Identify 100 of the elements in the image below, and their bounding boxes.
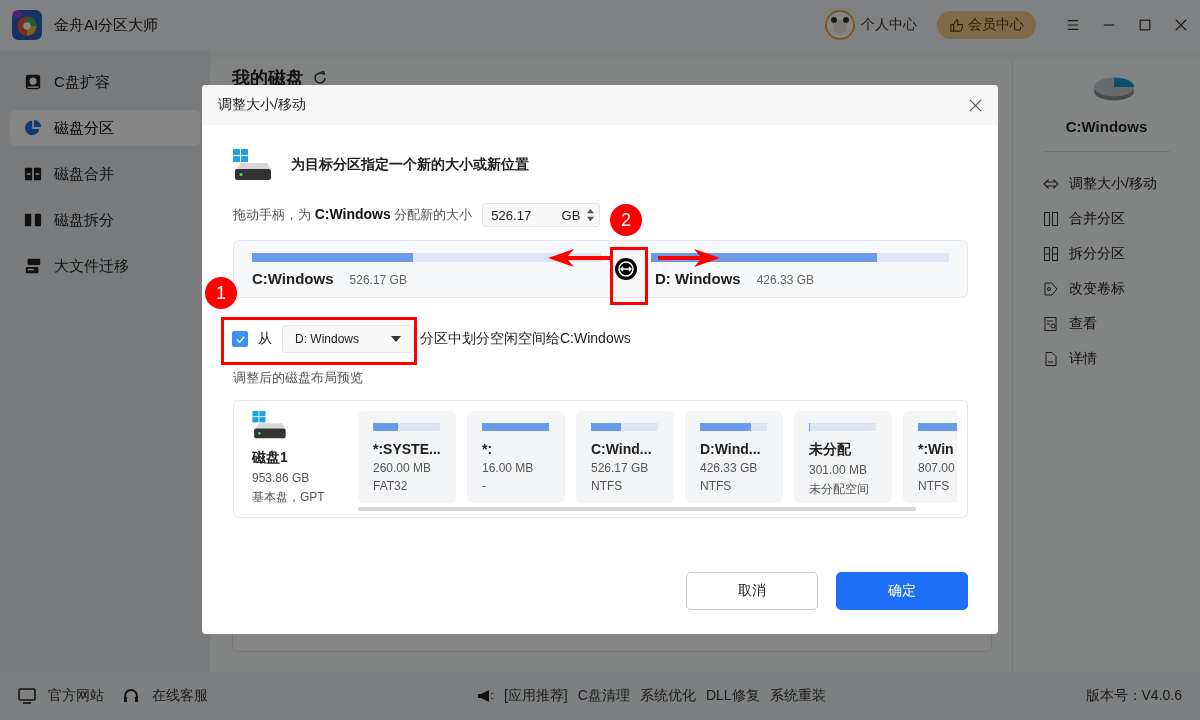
stepper-icon[interactable] <box>586 208 596 222</box>
drive-icon <box>252 411 286 439</box>
close-icon[interactable] <box>1174 18 1188 32</box>
partition-size: 807.00 <box>918 461 956 475</box>
split-icon <box>1043 245 1059 262</box>
confirm-button[interactable]: 确定 <box>836 572 968 610</box>
resize-handle[interactable] <box>615 258 637 280</box>
user-center-button[interactable]: 个人中心 <box>861 16 917 34</box>
disk-name: 磁盘1 <box>252 449 289 467</box>
drive-icon <box>233 149 271 181</box>
partition-card[interactable]: C:Wind... 526.17 GB NTFS <box>576 411 674 503</box>
partition-dropdown[interactable]: D: Windows <box>282 325 414 353</box>
partition-card[interactable]: D:Wind... 426.33 GB NTFS <box>685 411 783 503</box>
promo-label: [应用推荐] <box>503 687 568 705</box>
disk-type: 基本盘，GPT <box>252 489 326 506</box>
partition-card[interactable]: 未分配 301.00 MB 未分配空间 <box>794 411 892 503</box>
partition-name: C:Windows <box>252 270 334 287</box>
footer-link[interactable]: 在线客服 <box>122 687 208 705</box>
partition-size: 16.00 MB <box>482 461 535 475</box>
partition-card[interactable]: *: 16.00 MB - <box>467 411 565 503</box>
partition-usage-bar <box>700 423 767 431</box>
partition-size: 260.00 MB <box>373 461 433 475</box>
file-system: NTFS <box>700 479 733 493</box>
caret-icon <box>391 336 401 342</box>
headset-icon <box>122 687 140 705</box>
view-icon <box>1043 315 1059 332</box>
partition-name: *: <box>482 441 494 457</box>
tag-icon <box>1043 280 1059 297</box>
sidebar-item[interactable]: C盘扩容 <box>10 64 200 100</box>
maximize-icon[interactable] <box>1138 18 1152 32</box>
partition-size: 426.33 GB <box>756 273 815 287</box>
app-logo-icon <box>12 10 42 40</box>
step-marker: 1 <box>205 277 237 309</box>
size-input[interactable]: 526.17 GB <box>482 203 601 227</box>
scrollbar[interactable] <box>358 507 916 511</box>
dialog-heading: 为目标分区指定一个新的大小或新位置 <box>291 156 529 174</box>
disk-size: 953.86 GB <box>252 471 311 485</box>
refresh-icon[interactable] <box>312 70 328 86</box>
monitor-icon <box>18 687 36 705</box>
partition-usage-bar <box>809 423 876 431</box>
app-title: 金舟AI分区大师 <box>54 15 159 35</box>
menu-icon[interactable] <box>1066 18 1080 32</box>
file-system: NTFS <box>918 479 951 493</box>
partition-size: 301.00 MB <box>809 463 869 477</box>
preview-label: 调整后的磁盘布局预览 <box>233 369 364 387</box>
allocate-text: 分区中划分空闲空间给C:Windows <box>420 330 631 348</box>
sidebar-item[interactable]: 磁盘拆分 <box>10 202 200 238</box>
action-item[interactable]: 合并分区 <box>1043 201 1200 236</box>
thumbs-up-icon <box>949 17 964 33</box>
drive-icon <box>24 73 42 91</box>
sidebar-item[interactable]: 磁盘合并 <box>10 156 200 192</box>
file-system: NTFS <box>591 479 624 493</box>
partition-size: 526.17 GB <box>349 273 407 287</box>
partition-usage-bar <box>373 423 440 431</box>
pie-chart-icon <box>24 119 42 137</box>
partition-name: D: Windows <box>655 270 741 287</box>
checkbox-label: 从 <box>258 330 272 348</box>
merge-icon <box>24 165 42 183</box>
action-item[interactable]: 查看 <box>1043 306 1200 341</box>
file-system: 未分配空间 <box>809 481 870 498</box>
vip-center-button[interactable]: 会员中心 <box>937 11 1036 39</box>
promo-link[interactable]: 系统重装 <box>769 687 826 705</box>
file-system: - <box>482 479 487 493</box>
partition-size: 526.17 GB <box>591 461 650 475</box>
merge-icon <box>1043 210 1059 227</box>
sidebar-item[interactable]: 大文件迁移 <box>10 248 200 284</box>
checkbox[interactable] <box>232 331 248 347</box>
cancel-button[interactable]: 取消 <box>686 572 818 610</box>
partition-name: C:Windows <box>1064 118 1149 135</box>
sidebar-item[interactable]: 磁盘分区 <box>10 110 200 146</box>
action-item[interactable]: 详情 <box>1043 341 1200 376</box>
partition-card[interactable]: *:SYSTE... 260.00 MB FAT32 <box>358 411 456 503</box>
dialog-title: 调整大小/移动 <box>218 96 307 114</box>
size-prompt: 拖动手柄，为 C:Windows 分配新的大小 <box>233 206 473 224</box>
file-move-icon <box>24 257 42 275</box>
action-item[interactable]: 拆分分区 <box>1043 236 1200 271</box>
promo-link[interactable]: DLL修复 <box>705 687 760 705</box>
partition-usage-bar <box>591 423 658 431</box>
document-icon <box>1043 350 1059 367</box>
footer-link[interactable]: 官方网站 <box>18 687 104 705</box>
partition-name: 未分配 <box>809 441 852 459</box>
step-marker: 2 <box>610 204 642 236</box>
promo-link[interactable]: C盘清理 <box>577 687 630 705</box>
arrow-left-icon <box>548 248 610 268</box>
action-item[interactable]: 改变卷标 <box>1043 271 1200 306</box>
partition-name: *:SYSTE... <box>373 441 442 457</box>
action-item[interactable]: 调整大小/移动 <box>1043 166 1200 201</box>
partition-card[interactable]: *:Win 807.00 NTFS <box>903 411 957 503</box>
file-system: FAT32 <box>373 479 409 493</box>
partition-name: *:Win <box>918 441 955 457</box>
avatar-icon <box>825 10 855 40</box>
arrow-right-icon <box>658 248 720 268</box>
split-icon <box>24 211 42 229</box>
close-icon[interactable] <box>969 98 982 112</box>
partition-name: D:Wind... <box>700 441 762 457</box>
version-label: 版本号：V4.0.6 <box>1085 687 1182 705</box>
partition-usage-bar <box>482 423 549 431</box>
promo-link[interactable]: 系统优化 <box>639 687 696 705</box>
partition-name: C:Wind... <box>591 441 653 457</box>
megaphone-icon <box>475 687 494 705</box>
